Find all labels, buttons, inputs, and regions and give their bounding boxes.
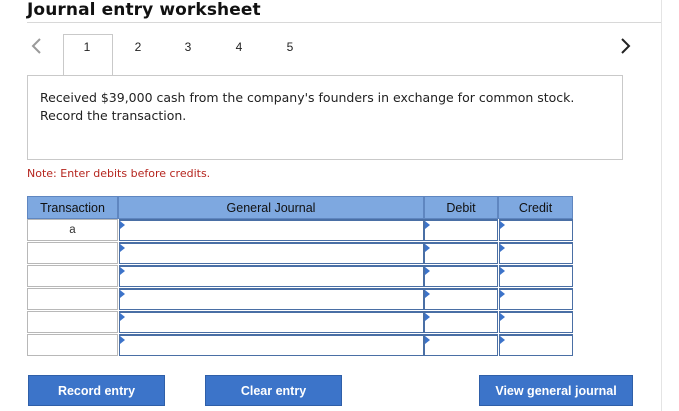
dropdown-indicator-icon — [120, 267, 125, 275]
debit-input[interactable] — [424, 311, 498, 333]
divider — [27, 22, 662, 23]
dropdown-indicator-icon — [120, 244, 125, 252]
column-header-debit: Debit — [424, 196, 498, 219]
dropdown-indicator-icon — [120, 336, 125, 344]
dropdown-indicator-icon — [425, 290, 430, 298]
debit-input[interactable] — [424, 288, 498, 310]
transaction-cell — [27, 334, 118, 356]
dropdown-indicator-icon — [500, 336, 505, 344]
credit-input[interactable] — [499, 219, 573, 241]
dropdown-indicator-icon — [120, 313, 125, 321]
divider — [661, 0, 662, 411]
tab-1[interactable]: 1 — [77, 40, 97, 54]
general-journal-input[interactable] — [119, 311, 424, 333]
column-header-credit: Credit — [498, 196, 573, 219]
dropdown-indicator-icon — [500, 313, 505, 321]
column-header-transaction: Transaction — [27, 196, 118, 219]
dropdown-indicator-icon — [425, 221, 430, 229]
dropdown-indicator-icon — [425, 313, 430, 321]
view-general-journal-button[interactable]: View general journal — [479, 375, 633, 406]
debit-input[interactable] — [424, 265, 498, 287]
debit-input[interactable] — [424, 334, 498, 356]
tab-4[interactable]: 4 — [229, 40, 249, 54]
record-entry-button[interactable]: Record entry — [28, 375, 165, 406]
dropdown-indicator-icon — [425, 267, 430, 275]
tab-5[interactable]: 5 — [280, 40, 300, 54]
dropdown-indicator-icon — [500, 221, 505, 229]
tab-2[interactable]: 2 — [128, 40, 148, 54]
dropdown-indicator-icon — [500, 290, 505, 298]
dropdown-indicator-icon — [120, 290, 125, 298]
dropdown-indicator-icon — [120, 221, 125, 229]
question-text: Received $39,000 cash from the company's… — [40, 90, 575, 123]
general-journal-input[interactable] — [119, 334, 424, 356]
note-text: Note: Enter debits before credits. — [27, 167, 211, 180]
dropdown-indicator-icon — [500, 267, 505, 275]
column-header-general-journal: General Journal — [118, 196, 424, 219]
dropdown-indicator-icon — [425, 336, 430, 344]
transaction-cell — [27, 265, 118, 287]
general-journal-input[interactable] — [119, 265, 424, 287]
credit-input[interactable] — [499, 242, 573, 264]
dropdown-indicator-icon — [500, 244, 505, 252]
chevron-left-icon[interactable] — [30, 36, 44, 56]
general-journal-input[interactable] — [119, 242, 424, 264]
credit-input[interactable] — [499, 288, 573, 310]
general-journal-input[interactable] — [119, 288, 424, 310]
debit-input[interactable] — [424, 219, 498, 241]
transaction-cell — [27, 311, 118, 333]
debit-input[interactable] — [424, 242, 498, 264]
transaction-cell — [27, 288, 118, 310]
clear-entry-button[interactable]: Clear entry — [205, 375, 342, 406]
page-title: Journal entry worksheet — [27, 0, 261, 20]
credit-input[interactable] — [499, 334, 573, 356]
dropdown-indicator-icon — [425, 244, 430, 252]
credit-input[interactable] — [499, 265, 573, 287]
chevron-right-icon[interactable] — [618, 36, 632, 56]
transaction-cell — [27, 242, 118, 264]
transaction-cell: a — [27, 219, 118, 241]
general-journal-input[interactable] — [119, 219, 424, 241]
credit-input[interactable] — [499, 311, 573, 333]
tab-3[interactable]: 3 — [178, 40, 198, 54]
